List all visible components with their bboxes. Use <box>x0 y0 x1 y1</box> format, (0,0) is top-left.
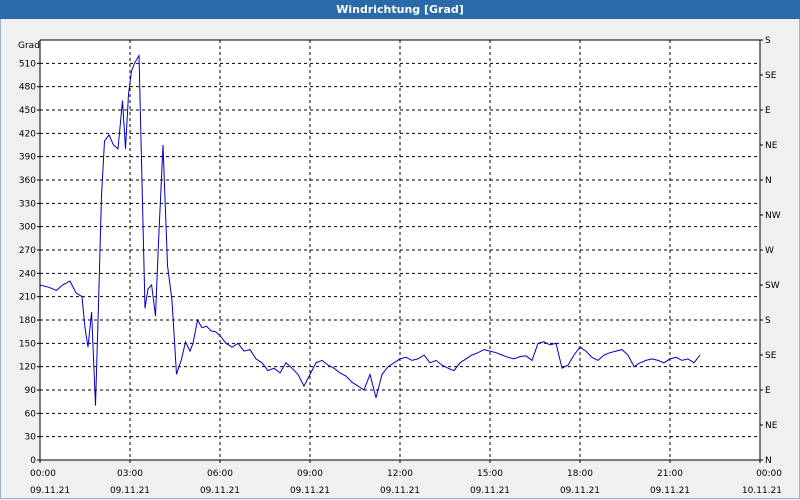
right-axis-label: S <box>765 36 771 46</box>
y-tick-label: 90 <box>25 386 37 396</box>
x-tick-date: 09.11.21 <box>200 486 240 496</box>
right-axis-label: NE <box>765 141 778 151</box>
right-axis-label: S <box>765 316 771 326</box>
y-tick-label: 210 <box>19 293 36 303</box>
y-tick-label: 360 <box>19 176 36 186</box>
x-tick-time: 06:00 <box>207 469 233 479</box>
x-tick-time: 03:00 <box>117 469 143 479</box>
y-tick-label: 120 <box>19 363 36 373</box>
x-tick-date: 10.11.21 <box>742 486 782 496</box>
y-tick-label: 30 <box>25 433 37 443</box>
y-tick-label: 450 <box>19 106 36 116</box>
y-tick-label: 60 <box>25 409 37 419</box>
right-axis-label: NE <box>765 421 778 431</box>
x-tick-time: 15:00 <box>477 469 503 479</box>
x-tick-time: 21:00 <box>657 469 683 479</box>
right-axis-label: N <box>765 176 772 186</box>
y-tick-label: 180 <box>19 316 36 326</box>
x-tick-date: 09.11.21 <box>470 486 510 496</box>
right-axis-label: SE <box>765 71 777 81</box>
x-tick-time: 18:00 <box>567 469 593 479</box>
y-tick-label: 0 <box>30 456 36 466</box>
y-tick-label: 480 <box>19 83 36 93</box>
right-axis-label: N <box>765 456 772 466</box>
y-tick-label: 420 <box>19 129 36 139</box>
x-tick-time: 12:00 <box>387 469 413 479</box>
y-tick-label: 150 <box>19 339 36 349</box>
y-tick-label: 270 <box>19 246 36 256</box>
grid-lines <box>40 40 760 460</box>
x-tick-date: 09.11.21 <box>650 486 690 496</box>
right-axis-label: SE <box>765 351 777 361</box>
y-tick-label: 390 <box>19 153 36 163</box>
x-tick-date: 09.11.21 <box>110 486 150 496</box>
x-tick-time: 00:00 <box>756 469 782 479</box>
right-axis-label: SW <box>765 281 780 291</box>
x-tick-time: 00:00 <box>30 469 56 479</box>
y-tick-label: 330 <box>19 199 36 209</box>
right-axis-label: W <box>765 246 774 256</box>
y-tick-label: 240 <box>19 269 36 279</box>
y-axis-label: Grad <box>18 41 40 51</box>
y-tick-label: 300 <box>19 223 36 233</box>
y-tick-label: 510 <box>19 59 36 69</box>
right-axis-label: NW <box>765 211 781 221</box>
x-tick-time: 09:00 <box>297 469 323 479</box>
x-tick-date: 09.11.21 <box>290 486 330 496</box>
x-tick-date: 09.11.21 <box>380 486 420 496</box>
right-axis-label: E <box>765 106 771 116</box>
right-axis-label: E <box>765 386 771 396</box>
x-tick-date: 09.11.21 <box>560 486 600 496</box>
wind-direction-chart: 0 30 60 90 120 150 180 210 240 270 300 330 360 390 420… <box>18 36 782 496</box>
x-tick-date: 09.11.21 <box>30 486 70 496</box>
